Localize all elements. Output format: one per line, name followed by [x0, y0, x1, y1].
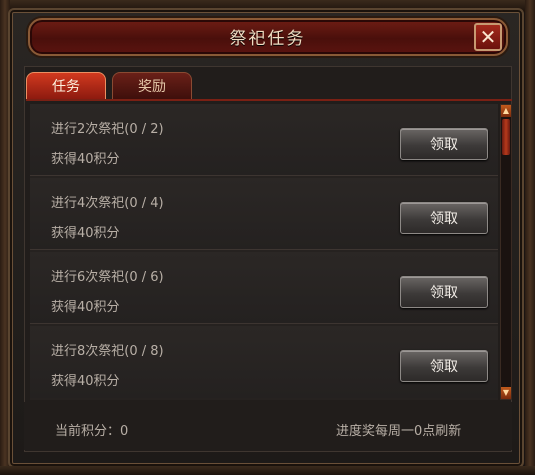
- row-divider: [30, 323, 498, 324]
- task-reward: 获得40积分: [51, 300, 120, 315]
- task-description: 进行8次祭祀(0 / 8): [51, 344, 164, 359]
- current-points: 当前积分：0: [55, 424, 129, 439]
- scroll-down-arrow-icon[interactable]: ▼: [501, 387, 511, 399]
- tab-tasks[interactable]: 任务: [26, 72, 106, 100]
- background-right-edge: [525, 0, 535, 475]
- task-row: 进行2次祭祀(0 / 2) 获得40积分 领取: [30, 104, 498, 176]
- task-description: 进行6次祭祀(0 / 6): [51, 270, 164, 285]
- close-icon: ✕: [479, 25, 497, 49]
- task-list: 进行2次祭祀(0 / 2) 获得40积分 领取 进行4次祭祀(0 / 4) 获得…: [30, 104, 498, 400]
- claim-button[interactable]: 领取: [400, 276, 488, 308]
- row-divider: [30, 249, 498, 250]
- dialog-title: 祭祀任务: [229, 29, 306, 49]
- tab-underline: [26, 99, 512, 101]
- tab-rewards[interactable]: 奖励: [112, 72, 192, 100]
- task-row: 进行4次祭祀(0 / 4) 获得40积分 领取: [30, 178, 498, 250]
- scroll-up-arrow-icon[interactable]: ▲: [501, 105, 511, 117]
- claim-button[interactable]: 领取: [400, 350, 488, 382]
- task-description: 进行4次祭祀(0 / 4): [51, 196, 164, 211]
- task-reward: 获得40积分: [51, 226, 120, 241]
- background-bottom-strip: [0, 466, 535, 475]
- task-reward: 获得40积分: [51, 152, 120, 167]
- row-divider: [30, 175, 498, 176]
- task-description: 进行2次祭祀(0 / 2): [51, 122, 164, 137]
- close-button[interactable]: ✕: [474, 23, 502, 51]
- task-reward: 获得40积分: [51, 374, 120, 389]
- scroll-thumb[interactable]: [502, 119, 510, 155]
- refresh-note: 进度奖每周一0点刷新: [336, 424, 462, 439]
- scrollbar[interactable]: ▲ ▼: [500, 104, 512, 400]
- task-row: 进行6次祭祀(0 / 6) 获得40积分 领取: [30, 252, 498, 324]
- claim-button[interactable]: 领取: [400, 128, 488, 160]
- task-row: 进行8次祭祀(0 / 8) 获得40积分 领取: [30, 326, 498, 398]
- claim-button[interactable]: 领取: [400, 202, 488, 234]
